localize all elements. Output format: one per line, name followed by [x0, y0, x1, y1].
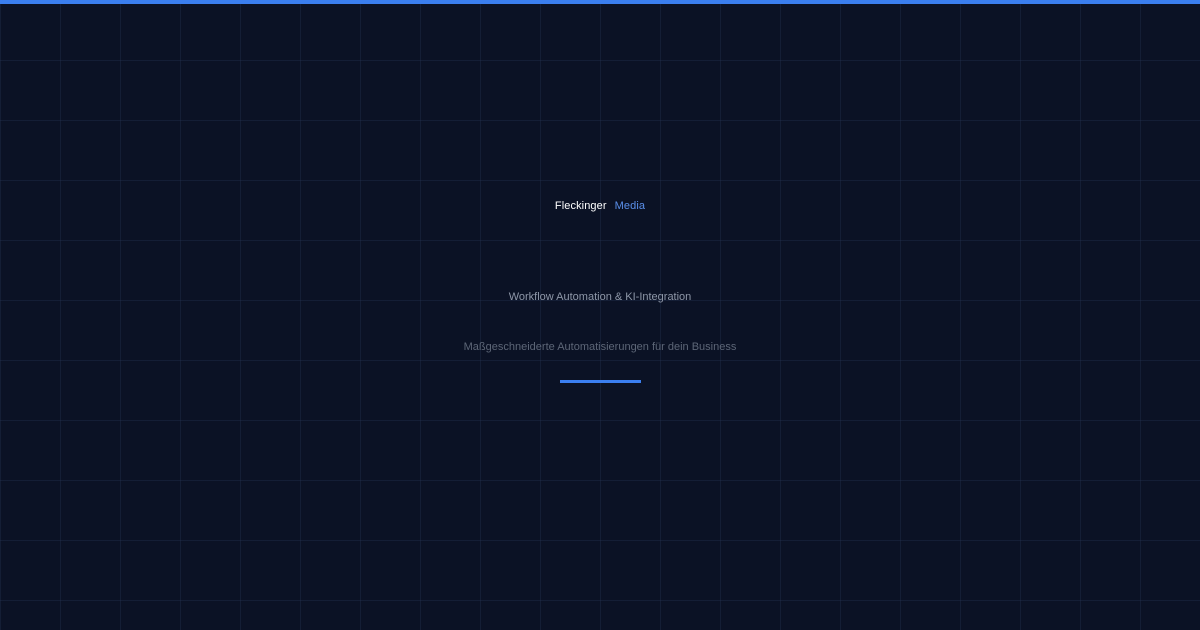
- accent-divider: [560, 380, 641, 383]
- brand-logo: Fleckinger Media: [0, 199, 1200, 213]
- grid-background: [0, 0, 1200, 630]
- brand-accent: Media: [614, 200, 646, 212]
- top-accent-bar: [0, 0, 1200, 4]
- brand-name: Fleckinger: [554, 200, 607, 212]
- hero-subtitle: Maßgeschneiderte Automatisierungen für d…: [463, 341, 737, 353]
- hero-tagline: Workflow Automation & KI-Integration: [508, 291, 692, 303]
